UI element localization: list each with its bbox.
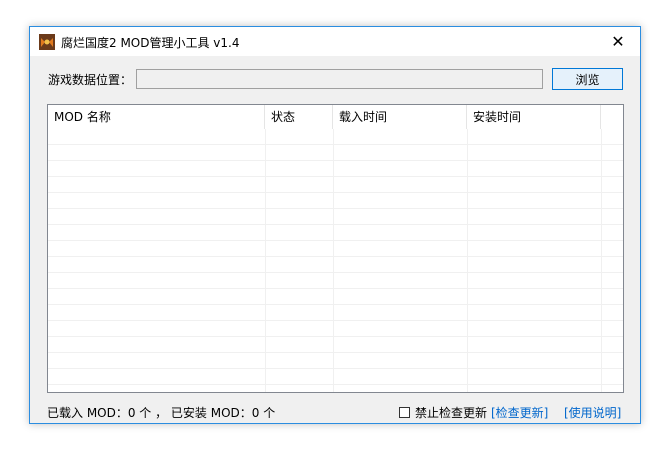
empty-row [48,145,623,161]
empty-row [48,209,623,225]
empty-row [48,305,623,321]
help-link[interactable]: [使用说明] [564,404,621,421]
browse-button[interactable]: 浏览 [552,68,623,90]
empty-row [48,177,623,193]
mod-list-header: MOD 名称 状态 载入时间 安装时间 [48,105,623,129]
game-data-path-input[interactable] [136,69,543,89]
empty-row [48,257,623,273]
column-header-status[interactable]: 状态 [265,105,333,129]
empty-row [48,337,623,353]
disable-update-check-checkbox[interactable] [399,407,410,418]
empty-row [48,161,623,177]
empty-row [48,193,623,209]
empty-row [48,369,623,385]
empty-row [48,241,623,257]
mod-list[interactable]: MOD 名称 状态 载入时间 安装时间 [47,104,624,393]
column-header-mod-name[interactable]: MOD 名称 [48,105,265,129]
close-button[interactable]: ✕ [596,27,640,56]
game-data-path-label: 游戏数据位置： [48,73,133,87]
app-icon [39,34,55,50]
main-window: 腐烂国度2 MOD管理小工具 v1.4 ✕ 游戏数据位置： 浏览 MOD 名称 … [29,26,641,424]
title-bar: 腐烂国度2 MOD管理小工具 v1.4 ✕ [30,27,640,56]
column-divider [333,129,334,392]
column-divider [601,129,602,392]
column-divider [467,129,468,392]
disable-update-check-label: 禁止检查更新 [415,406,488,420]
empty-row [48,225,623,241]
mod-count-summary: 已载入 MOD：0 个 ， 已安装 MOD：0 个 [47,406,276,420]
empty-row [48,129,623,145]
check-update-link[interactable]: [检查更新] [491,404,548,421]
close-icon: ✕ [611,32,625,51]
status-bar: 已载入 MOD：0 个 ， 已安装 MOD：0 个 禁止检查更新 [检查更新] … [30,399,640,423]
column-header-install-time[interactable]: 安装时间 [467,105,601,129]
window-title: 腐烂国度2 MOD管理小工具 v1.4 [61,36,240,50]
column-header-load-time[interactable]: 载入时间 [333,105,467,129]
empty-row [48,273,623,289]
column-divider [265,129,266,392]
empty-row [48,289,623,305]
empty-row [48,321,623,337]
disable-update-check-toggle[interactable]: 禁止检查更新 [399,404,487,421]
empty-row [48,353,623,369]
